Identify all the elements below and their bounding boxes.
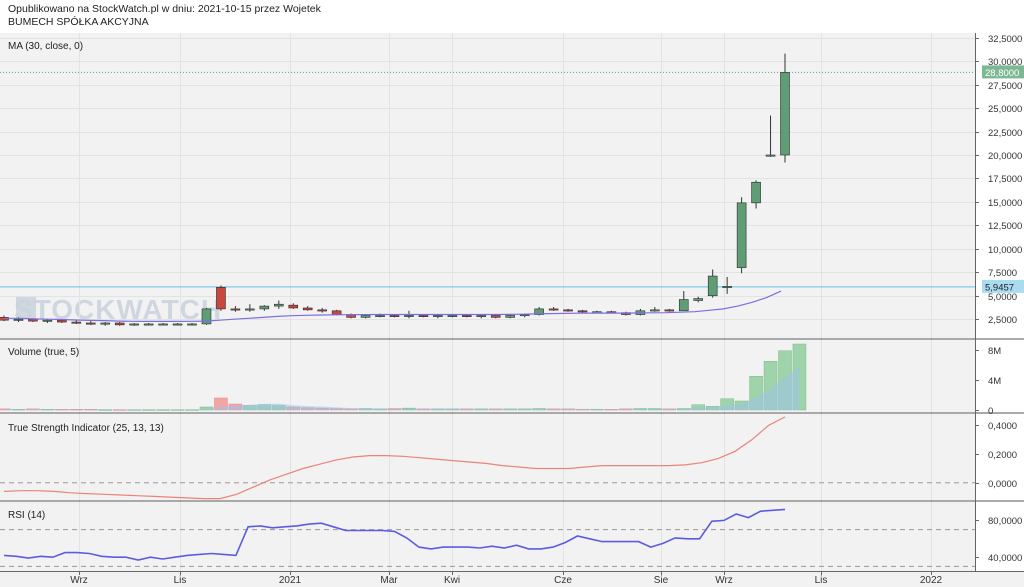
candle-body (245, 308, 255, 311)
x-tick-label: Lis (815, 575, 828, 586)
candle-body (360, 315, 371, 318)
x-tick-label: Kwi (444, 575, 460, 586)
candle-body (158, 323, 168, 326)
panel-background (0, 340, 975, 412)
candle-body (433, 315, 443, 317)
candle-body (129, 323, 139, 326)
candle-body (143, 323, 154, 326)
candle-body (28, 318, 38, 322)
time-axis-background (0, 571, 1024, 587)
candle-body (664, 309, 675, 312)
y-tick-label: 25,0000 (988, 104, 1022, 115)
x-tick-label: Lis (174, 575, 187, 586)
x-tick-label: Wrz (715, 575, 733, 586)
candle-body (650, 309, 660, 312)
y-tick-label: 0,4000 (988, 421, 1017, 432)
y-tick-label: 40,0000 (988, 553, 1022, 564)
y-tick-label: 15,0000 (988, 198, 1022, 209)
y-tick-label: 5,0000 (988, 292, 1017, 303)
candle-body (548, 308, 559, 311)
x-tick-label: Cze (554, 575, 572, 586)
candle-body (331, 310, 342, 315)
x-tick-label: Wrz (70, 575, 88, 586)
candle-body (13, 318, 24, 321)
candle-body (274, 303, 284, 307)
candle-body (57, 319, 67, 323)
y-tick-label: 0 (988, 406, 993, 417)
y-tick-label: 17,5000 (988, 174, 1022, 185)
reference-line-label: 5,9457 (985, 282, 1014, 293)
candle-body (100, 322, 111, 325)
publication-info: Opublikowano na StockWatch.pl w dniu: 20… (8, 3, 321, 15)
y-tick-label: 10,0000 (988, 245, 1022, 256)
candle-body (317, 309, 327, 312)
candle-body (302, 307, 313, 311)
last-price-label: 28,8000 (985, 68, 1019, 79)
candle-body (85, 322, 96, 325)
candle-body (780, 72, 790, 156)
x-tick-label: Sie (654, 575, 669, 586)
y-tick-label: 4M (988, 376, 1001, 387)
y-tick-label: 12,5000 (988, 221, 1022, 232)
x-tick-label: 2022 (920, 575, 943, 586)
chart-canvas: STOCKWATCH Wrz Lis 2021 Mar Kwi Cze Sie Wrz Lis 2… (0, 33, 1024, 587)
candle-body (375, 315, 385, 317)
y-tick-label: 20,0000 (988, 151, 1022, 162)
y-tick-label: 0,0000 (988, 479, 1017, 490)
candle-body (230, 308, 241, 311)
candle-body (722, 286, 732, 288)
panel-background (0, 502, 975, 571)
candle-body (42, 319, 53, 322)
candle-body (216, 287, 226, 310)
candle-body (71, 321, 82, 324)
candle-body (736, 202, 747, 268)
y-tick-label: 2,5000 (988, 315, 1017, 326)
y-tick-label: 32,5000 (988, 34, 1022, 45)
candle-body (476, 315, 487, 317)
y-tick-label: 8M (988, 346, 1001, 357)
candle-body (490, 315, 501, 318)
stockwatch-chart: STOCKWATCH Wrz Lis 2021 Mar Kwi Cze Sie Wrz Lis 2… (0, 0, 1024, 587)
candle-body (751, 181, 761, 204)
candle-body (389, 315, 400, 317)
candle-body (693, 298, 704, 301)
candle-body (114, 322, 125, 326)
company-name: BUMECH SPÓŁKA AKCYJNA (8, 16, 149, 28)
candle-body (447, 315, 458, 317)
tsi-panel-label: True Strength Indicator (25, 13, 13) (8, 423, 164, 434)
candle-body (187, 323, 197, 326)
candle-body (404, 315, 414, 317)
candle-body (678, 299, 689, 312)
candle-body (259, 305, 270, 310)
candle-body (707, 275, 718, 297)
y-tick-label: 7,5000 (988, 268, 1017, 279)
x-tick-label: Mar (380, 575, 398, 586)
panel-background (0, 33, 975, 338)
y-tick-label: 80,0000 (988, 516, 1022, 527)
x-tick-label: 2021 (279, 575, 302, 586)
price-panel-label: MA (30, close, 0) (8, 41, 84, 52)
candle-body (172, 323, 183, 326)
candle-body (765, 154, 776, 157)
rsi-panel-label: RSI (14) (8, 510, 46, 521)
candle-body (505, 315, 515, 318)
candle-body (577, 310, 588, 313)
y-tick-label: 0,2000 (988, 450, 1017, 461)
volume-panel-label: Volume (true, 5) (8, 347, 80, 358)
candle-body (563, 309, 573, 312)
candle-body (288, 304, 299, 309)
y-tick-label: 22,5000 (988, 128, 1022, 139)
y-tick-label: 27,5000 (988, 81, 1022, 92)
candle-body (462, 315, 472, 317)
watermark-logo-icon (16, 296, 36, 320)
candle-body (418, 315, 429, 317)
